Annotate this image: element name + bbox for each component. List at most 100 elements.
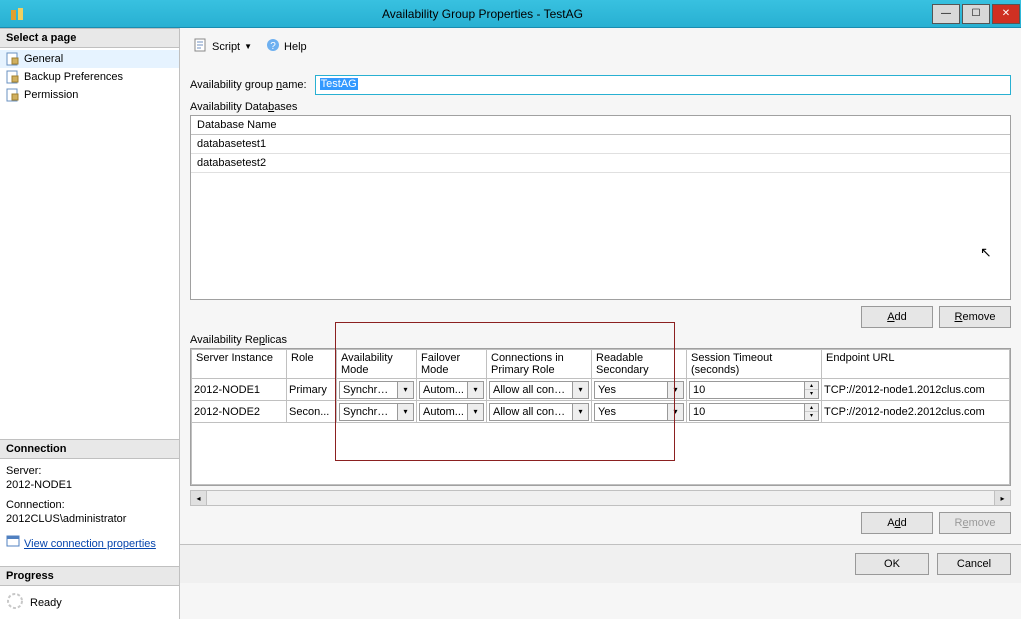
cell-session-timeout[interactable]: 10▴▾ [687,379,822,401]
script-label: Script [212,41,240,53]
page-icon [6,88,20,102]
cell-availability-mode[interactable]: Synchron...▾ [337,401,417,423]
connection-section: Server: 2012-NODE1 Connection: 2012CLUS\… [0,459,179,558]
db-column-header: Database Name [191,116,1010,135]
replica-header-row: Server Instance Role Availability Mode F… [192,350,1010,379]
cell-server: 2012-NODE2 [192,401,287,423]
cancel-button[interactable]: Cancel [937,553,1011,575]
db-button-row: Add Remove [190,306,1011,328]
scroll-right-button[interactable]: ▸ [994,491,1010,505]
chevron-down-icon: ▾ [397,382,413,398]
replicas-table: Server Instance Role Availability Mode F… [191,349,1010,485]
script-button[interactable]: Script ▼ [190,36,256,57]
connection-header: Connection [0,439,179,459]
chevron-down-icon: ▾ [397,404,413,420]
main-panel: Script ▼ ? Help Availability group name:… [180,28,1021,619]
availability-databases-label: Availability Databases [190,101,1011,113]
replica-row[interactable]: 2012-NODE1 Primary Synchron...▾ Autom...… [192,379,1010,401]
progress-status: Ready [30,597,62,609]
page-item-permission[interactable]: Permission [0,86,179,104]
window-title: Availability Group Properties - TestAG [34,7,931,21]
connection-value: 2012CLUS\administrator [6,513,173,525]
db-remove-button[interactable]: Remove [939,306,1011,328]
col-connections-primary[interactable]: Connections in Primary Role [487,350,592,379]
col-availability-mode[interactable]: Availability Mode [337,350,417,379]
scroll-left-button[interactable]: ◂ [191,491,207,505]
ag-name-row: Availability group name: TestAG [190,75,1011,95]
ag-name-input[interactable]: TestAG [315,75,1011,95]
server-value: 2012-NODE1 [6,479,173,491]
page-icon [6,52,20,66]
progress-header: Progress [0,566,179,586]
cell-endpoint[interactable]: TCP://2012-node2.2012clus.com [822,401,1010,423]
cell-role: Primary [287,379,337,401]
col-session-timeout[interactable]: Session Timeout (seconds) [687,350,822,379]
help-label: Help [284,41,307,53]
col-endpoint[interactable]: Endpoint URL [822,350,1010,379]
page-icon [6,70,20,84]
cell-readable-secondary[interactable]: Yes▾ [592,401,687,423]
replica-row[interactable]: 2012-NODE2 Secon... Synchron...▾ Autom..… [192,401,1010,423]
properties-icon [6,535,20,552]
page-label: General [24,53,63,65]
replica-add-button[interactable]: Add [861,512,933,534]
replica-button-row: Add Remove [190,512,1011,534]
cell-failover-mode[interactable]: Autom...▾ [417,401,487,423]
col-failover-mode[interactable]: Failover Mode [417,350,487,379]
cell-server: 2012-NODE1 [192,379,287,401]
chevron-down-icon: ▾ [467,404,483,420]
sidebar: Select a page General Backup Preferences… [0,28,180,619]
availability-databases-box: Database Name databasetest1 databasetest… [190,115,1011,300]
page-label: Permission [24,89,78,101]
cell-endpoint[interactable]: TCP://2012-node1.2012clus.com [822,379,1010,401]
maximize-button[interactable]: ☐ [962,4,990,24]
replica-horizontal-scrollbar[interactable]: ◂ ▸ [190,490,1011,506]
cell-session-timeout[interactable]: 10▴▾ [687,401,822,423]
server-label: Server: [6,465,173,477]
cell-failover-mode[interactable]: Autom...▾ [417,379,487,401]
db-row[interactable]: databasetest1 [191,135,1010,154]
title-bar: Availability Group Properties - TestAG —… [0,0,1021,28]
connection-label: Connection: [6,499,173,511]
availability-replicas-label: Availability Replicas [190,334,1011,346]
replica-remove-button[interactable]: Remove [939,512,1011,534]
svg-text:?: ? [270,41,276,52]
progress-section: Ready [0,586,179,619]
help-button[interactable]: ? Help [262,36,311,57]
ok-button[interactable]: OK [855,553,929,575]
page-list: General Backup Preferences Permission [0,48,179,106]
help-icon: ? [266,38,280,55]
toolbar: Script ▼ ? Help [190,34,1011,63]
chevron-down-icon: ▾ [667,382,683,398]
cell-connections-primary[interactable]: Allow all conne...▾ [487,379,592,401]
window-controls: — ☐ ✕ [931,2,1021,26]
db-row[interactable]: databasetest2 [191,154,1010,173]
close-button[interactable]: ✕ [992,4,1020,24]
view-connection-properties-link[interactable]: View connection properties [6,535,156,552]
minimize-button[interactable]: — [932,4,960,24]
page-item-backup-preferences[interactable]: Backup Preferences [0,68,179,86]
chevron-down-icon: ▾ [467,382,483,398]
col-readable-secondary[interactable]: Readable Secondary [592,350,687,379]
cell-role: Secon... [287,401,337,423]
cell-connections-primary[interactable]: Allow all conne...▾ [487,401,592,423]
page-item-general[interactable]: General [0,50,179,68]
chevron-down-icon: ▾ [572,382,588,398]
select-page-header: Select a page [0,28,179,48]
progress-spinner-icon [6,592,24,613]
cell-readable-secondary[interactable]: Yes▾ [592,379,687,401]
chevron-down-icon: ▾ [572,404,588,420]
col-role[interactable]: Role [287,350,337,379]
dialog-footer: OK Cancel [180,544,1021,583]
col-server[interactable]: Server Instance [192,350,287,379]
chevron-down-icon: ▾ [667,404,683,420]
app-icon [6,3,28,25]
script-icon [194,38,208,55]
db-add-button[interactable]: Add [861,306,933,328]
availability-replicas-box: Server Instance Role Availability Mode F… [190,348,1011,486]
cell-availability-mode[interactable]: Synchron...▾ [337,379,417,401]
page-label: Backup Preferences [24,71,123,83]
chevron-down-icon: ▼ [244,42,252,51]
link-label: View connection properties [24,538,156,550]
ag-name-label: Availability group name: [190,79,307,91]
